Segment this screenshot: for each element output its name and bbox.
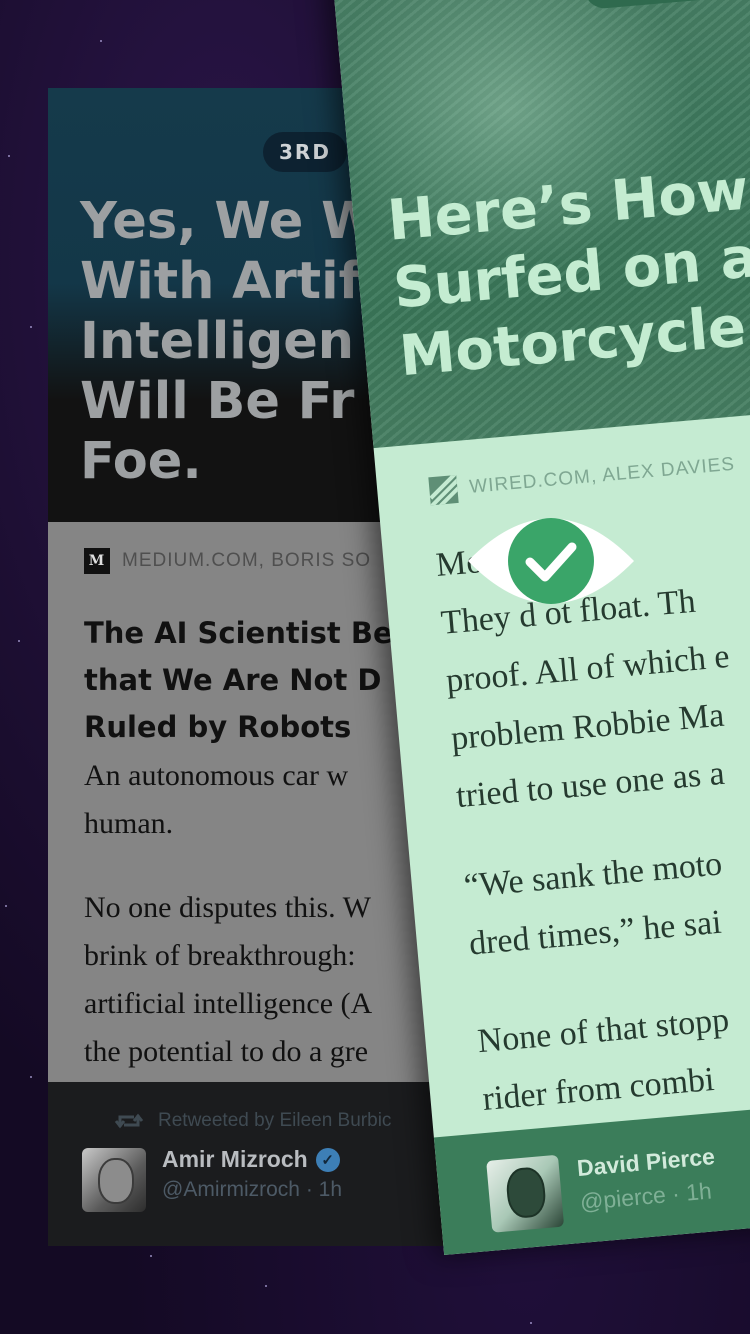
card-hero: 5TH AUGUST 2 Here’s How T Surfed on a Mo… (330, 0, 750, 449)
wired-logo-icon (428, 474, 459, 506)
article-paragraph: An autonomous car w human. (84, 759, 349, 840)
medium-logo-icon: M (84, 548, 110, 574)
source-label: WIRED.COM, ALEX DAVIES (468, 453, 736, 498)
retweet-icon (114, 1113, 144, 1129)
avatar[interactable] (486, 1154, 565, 1233)
date-badge: 3RD (263, 132, 347, 172)
card-headline: Here’s How T Surfed on a Motorcycle (385, 153, 750, 390)
author-handle[interactable]: @pierce · 1h (579, 1178, 713, 1216)
author-handle[interactable]: @Amirmizroch · 1h (162, 1178, 342, 1202)
tweet-footer[interactable]: Retweeted by Eileen Burbic Amir Mizroch … (48, 1082, 458, 1246)
retweet-label: Retweeted by Eileen Burbic (158, 1110, 392, 1131)
article-source: WIRED.COM, ALEX DAVIES (428, 451, 736, 506)
author-name[interactable]: David Pierce (576, 1143, 716, 1182)
retweet-indicator: Retweeted by Eileen Burbic (114, 1110, 391, 1132)
checkmark-icon (508, 518, 594, 604)
eye-check-icon[interactable] (466, 506, 636, 616)
source-label: MEDIUM.COM, BORIS SO (122, 550, 372, 571)
verified-badge-icon: ✓ (315, 1147, 340, 1172)
date-badge: 5TH AUGUST 2 (582, 0, 750, 10)
author-name[interactable]: Amir Mizroch ✓ (162, 1146, 340, 1173)
article-paragraph: None of that stopp rider from combi (476, 1001, 731, 1118)
avatar[interactable] (82, 1148, 146, 1212)
article-paragraph: No one disputes this. W brink of breakth… (84, 891, 373, 1068)
article-source: M MEDIUM.COM, BORIS SO (84, 548, 371, 574)
article-paragraph: “We sank the moto dred times,” he sai (462, 845, 724, 963)
